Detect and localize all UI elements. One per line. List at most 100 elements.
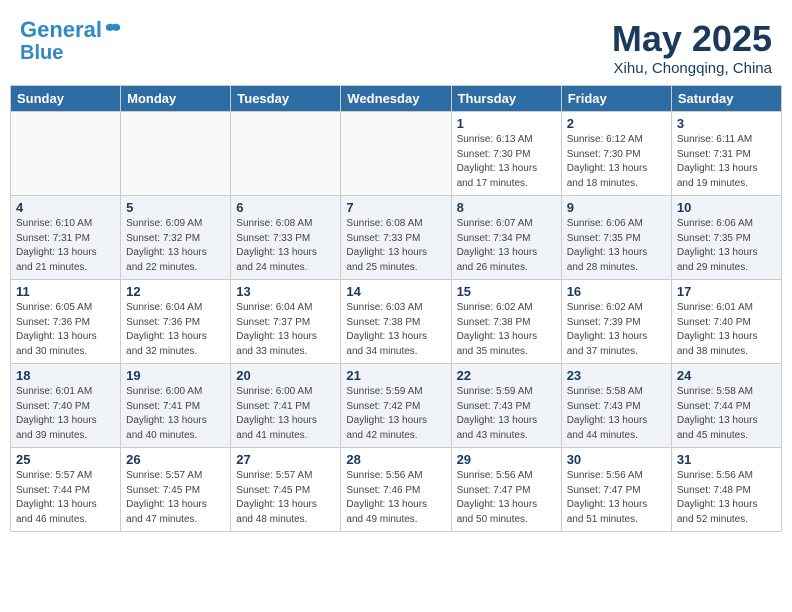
table-row: 3 Sunrise: 6:11 AM Sunset: 7:31 PM Daylig… xyxy=(671,112,781,196)
table-row: 2 Sunrise: 6:12 AM Sunset: 7:30 PM Daylig… xyxy=(561,112,671,196)
table-row: 30 Sunrise: 5:56 AM Sunset: 7:47 PM Dayli… xyxy=(561,448,671,532)
day-info: Sunrise: 6:12 AM Sunset: 7:30 PM Dayligh… xyxy=(567,133,666,191)
day-number: 6 xyxy=(236,200,335,215)
day-number: 19 xyxy=(126,368,225,383)
calendar-week-row: 11 Sunrise: 6:05 AM Sunset: 7:36 PM Dayli… xyxy=(11,280,782,364)
day-info: Sunrise: 6:11 AM Sunset: 7:31 PM Dayligh… xyxy=(677,133,776,191)
day-number: 22 xyxy=(457,368,556,383)
day-number: 4 xyxy=(16,200,115,215)
day-number: 9 xyxy=(567,200,666,215)
day-info: Sunrise: 6:08 AM Sunset: 7:33 PM Dayligh… xyxy=(236,217,335,275)
day-info: Sunrise: 6:04 AM Sunset: 7:36 PM Dayligh… xyxy=(126,301,225,359)
header-saturday: Saturday xyxy=(671,86,781,112)
day-number: 12 xyxy=(126,284,225,299)
day-number: 25 xyxy=(16,452,115,467)
table-row: 6 Sunrise: 6:08 AM Sunset: 7:33 PM Daylig… xyxy=(231,196,341,280)
header-sunday: Sunday xyxy=(11,86,121,112)
calendar-week-row: 25 Sunrise: 5:57 AM Sunset: 7:44 PM Dayli… xyxy=(11,448,782,532)
table-row: 5 Sunrise: 6:09 AM Sunset: 7:32 PM Daylig… xyxy=(121,196,231,280)
day-number: 21 xyxy=(346,368,445,383)
day-info: Sunrise: 5:57 AM Sunset: 7:45 PM Dayligh… xyxy=(236,469,335,527)
day-number: 5 xyxy=(126,200,225,215)
day-info: Sunrise: 6:04 AM Sunset: 7:37 PM Dayligh… xyxy=(236,301,335,359)
day-info: Sunrise: 5:56 AM Sunset: 7:47 PM Dayligh… xyxy=(457,469,556,527)
day-number: 10 xyxy=(677,200,776,215)
day-number: 30 xyxy=(567,452,666,467)
table-row: 31 Sunrise: 5:56 AM Sunset: 7:48 PM Dayli… xyxy=(671,448,781,532)
day-number: 11 xyxy=(16,284,115,299)
table-row: 17 Sunrise: 6:01 AM Sunset: 7:40 PM Dayli… xyxy=(671,280,781,364)
table-row: 27 Sunrise: 5:57 AM Sunset: 7:45 PM Dayli… xyxy=(231,448,341,532)
logo-text: General xyxy=(20,18,102,42)
logo-bird-icon xyxy=(104,21,122,39)
day-number: 27 xyxy=(236,452,335,467)
header-wednesday: Wednesday xyxy=(341,86,451,112)
day-info: Sunrise: 6:03 AM Sunset: 7:38 PM Dayligh… xyxy=(346,301,445,359)
location-text: Xihu, Chongqing, China xyxy=(612,60,772,77)
day-info: Sunrise: 6:02 AM Sunset: 7:39 PM Dayligh… xyxy=(567,301,666,359)
day-number: 23 xyxy=(567,368,666,383)
day-info: Sunrise: 6:06 AM Sunset: 7:35 PM Dayligh… xyxy=(677,217,776,275)
header-thursday: Thursday xyxy=(451,86,561,112)
table-row: 25 Sunrise: 5:57 AM Sunset: 7:44 PM Dayli… xyxy=(11,448,121,532)
day-number: 16 xyxy=(567,284,666,299)
table-row: 1 Sunrise: 6:13 AM Sunset: 7:30 PM Daylig… xyxy=(451,112,561,196)
logo-blue-text: Blue xyxy=(20,42,122,64)
day-info: Sunrise: 5:58 AM Sunset: 7:43 PM Dayligh… xyxy=(567,385,666,443)
day-info: Sunrise: 6:05 AM Sunset: 7:36 PM Dayligh… xyxy=(16,301,115,359)
day-info: Sunrise: 5:57 AM Sunset: 7:45 PM Dayligh… xyxy=(126,469,225,527)
day-info: Sunrise: 6:00 AM Sunset: 7:41 PM Dayligh… xyxy=(236,385,335,443)
day-info: Sunrise: 6:01 AM Sunset: 7:40 PM Dayligh… xyxy=(16,385,115,443)
day-number: 14 xyxy=(346,284,445,299)
day-number: 13 xyxy=(236,284,335,299)
table-row: 14 Sunrise: 6:03 AM Sunset: 7:38 PM Dayli… xyxy=(341,280,451,364)
day-number: 31 xyxy=(677,452,776,467)
day-info: Sunrise: 6:00 AM Sunset: 7:41 PM Dayligh… xyxy=(126,385,225,443)
table-row: 8Sunrise: 6:07 AM Sunset: 7:34 PM Daylig… xyxy=(451,196,561,280)
day-number: 17 xyxy=(677,284,776,299)
day-number: 15 xyxy=(457,284,556,299)
day-info: Sunrise: 5:57 AM Sunset: 7:44 PM Dayligh… xyxy=(16,469,115,527)
day-info: Sunrise: 5:56 AM Sunset: 7:48 PM Dayligh… xyxy=(677,469,776,527)
table-row: 23 Sunrise: 5:58 AM Sunset: 7:43 PM Dayli… xyxy=(561,364,671,448)
table-row: 21 Sunrise: 5:59 AM Sunset: 7:42 PM Dayli… xyxy=(341,364,451,448)
page-header: General Blue May 2025 Xihu, Chongqing, C… xyxy=(10,10,782,81)
day-number: 1 xyxy=(457,116,556,131)
header-friday: Friday xyxy=(561,86,671,112)
day-info: Sunrise: 6:01 AM Sunset: 7:40 PM Dayligh… xyxy=(677,301,776,359)
day-info: Sunrise: 5:56 AM Sunset: 7:47 PM Dayligh… xyxy=(567,469,666,527)
table-row: 12 Sunrise: 6:04 AM Sunset: 7:36 PM Dayli… xyxy=(121,280,231,364)
day-info: Sunrise: 6:08 AM Sunset: 7:33 PM Dayligh… xyxy=(346,217,445,275)
day-info: Sunrise: 6:02 AM Sunset: 7:38 PM Dayligh… xyxy=(457,301,556,359)
day-info: Sunrise: 5:56 AM Sunset: 7:46 PM Dayligh… xyxy=(346,469,445,527)
calendar-week-row: 4 Sunrise: 6:10 AM Sunset: 7:31 PM Daylig… xyxy=(11,196,782,280)
table-row: 4 Sunrise: 6:10 AM Sunset: 7:31 PM Daylig… xyxy=(11,196,121,280)
day-info: Sunrise: 6:10 AM Sunset: 7:31 PM Dayligh… xyxy=(16,217,115,275)
table-row xyxy=(121,112,231,196)
day-number: 20 xyxy=(236,368,335,383)
day-info: Sunrise: 6:09 AM Sunset: 7:32 PM Dayligh… xyxy=(126,217,225,275)
calendar-week-row: 18Sunrise: 6:01 AM Sunset: 7:40 PM Dayli… xyxy=(11,364,782,448)
table-row: 28 Sunrise: 5:56 AM Sunset: 7:46 PM Dayli… xyxy=(341,448,451,532)
table-row xyxy=(231,112,341,196)
day-info: Sunrise: 5:59 AM Sunset: 7:42 PM Dayligh… xyxy=(346,385,445,443)
day-number: 26 xyxy=(126,452,225,467)
day-info: Sunrise: 6:13 AM Sunset: 7:30 PM Dayligh… xyxy=(457,133,556,191)
logo: General Blue xyxy=(20,18,122,64)
day-info: Sunrise: 5:58 AM Sunset: 7:44 PM Dayligh… xyxy=(677,385,776,443)
day-number: 8 xyxy=(457,200,556,215)
table-row: 24 Sunrise: 5:58 AM Sunset: 7:44 PM Dayli… xyxy=(671,364,781,448)
header-monday: Monday xyxy=(121,86,231,112)
day-number: 24 xyxy=(677,368,776,383)
header-tuesday: Tuesday xyxy=(231,86,341,112)
day-number: 3 xyxy=(677,116,776,131)
table-row: 9Sunrise: 6:06 AM Sunset: 7:35 PM Daylig… xyxy=(561,196,671,280)
day-number: 2 xyxy=(567,116,666,131)
calendar-table: Sunday Monday Tuesday Wednesday Thursday… xyxy=(10,85,782,532)
table-row: 11 Sunrise: 6:05 AM Sunset: 7:36 PM Dayli… xyxy=(11,280,121,364)
table-row: 19 Sunrise: 6:00 AM Sunset: 7:41 PM Dayli… xyxy=(121,364,231,448)
table-row xyxy=(11,112,121,196)
table-row: 26 Sunrise: 5:57 AM Sunset: 7:45 PM Dayli… xyxy=(121,448,231,532)
day-number: 28 xyxy=(346,452,445,467)
table-row: 18Sunrise: 6:01 AM Sunset: 7:40 PM Dayli… xyxy=(11,364,121,448)
